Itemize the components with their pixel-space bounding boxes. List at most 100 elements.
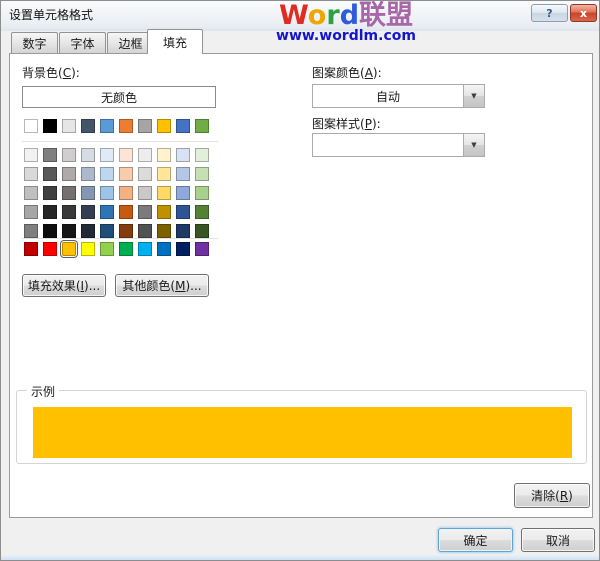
color-swatch[interactable] [100,205,114,219]
color-swatch[interactable] [138,119,152,133]
color-swatch[interactable] [119,119,133,133]
color-swatch[interactable] [81,224,95,238]
no-color-button[interactable]: 无颜色 [22,86,216,108]
color-swatch[interactable] [176,224,190,238]
color-swatch[interactable] [119,224,133,238]
chevron-down-icon[interactable]: ▼ [463,85,484,107]
pattern-color-dropdown[interactable]: 自动 ▼ [312,84,485,108]
color-swatch[interactable] [157,186,171,200]
color-swatch[interactable] [100,186,114,200]
color-swatch[interactable] [119,167,133,181]
help-button[interactable]: ? [531,4,568,22]
sample-group: 示例 [16,383,587,464]
color-swatch[interactable] [24,148,38,162]
color-swatch[interactable] [81,119,95,133]
format-cells-dialog: 设置单元格格式 ? x Word联盟 www.wordlm.com 数字 字体 … [0,0,600,561]
color-swatch[interactable] [138,148,152,162]
color-swatch[interactable] [119,242,133,256]
color-swatch[interactable] [138,167,152,181]
color-swatch[interactable] [43,186,57,200]
color-swatch[interactable] [138,242,152,256]
color-swatch[interactable] [195,167,209,181]
clear-label: 清除(R) [531,489,573,503]
chevron-down-icon[interactable]: ▼ [463,134,484,156]
color-swatch[interactable] [62,167,76,181]
color-swatch[interactable] [43,224,57,238]
color-swatch[interactable] [81,148,95,162]
color-swatch[interactable] [195,148,209,162]
color-swatch[interactable] [81,242,95,256]
color-swatch[interactable] [157,148,171,162]
color-swatch[interactable] [157,119,171,133]
close-button[interactable]: x [570,4,597,22]
color-swatch[interactable] [157,224,171,238]
color-swatch[interactable] [176,242,190,256]
color-swatch[interactable] [195,224,209,238]
color-swatch[interactable] [195,186,209,200]
cancel-label: 取消 [545,533,570,548]
color-swatch[interactable] [62,119,76,133]
color-swatch[interactable] [138,205,152,219]
fill-tab-page: 背景色(C): 无颜色 填充效果(I)... 其他颜色(M)... 图案颜色(A… [9,53,593,518]
color-swatch[interactable] [81,167,95,181]
color-swatch[interactable] [62,186,76,200]
pattern-style-dropdown[interactable]: ▼ [312,133,485,157]
tint-color-row [24,148,209,162]
color-swatch[interactable] [81,186,95,200]
color-swatch[interactable] [43,242,57,256]
color-swatch[interactable] [24,205,38,219]
color-swatch[interactable] [24,167,38,181]
color-swatch[interactable] [81,205,95,219]
color-swatch[interactable] [43,167,57,181]
window-bottom-edge [1,555,599,560]
more-colors-label: 其他颜色(M)... [122,279,202,293]
cancel-button[interactable]: 取消 [521,528,595,552]
color-swatch[interactable] [62,148,76,162]
color-swatch[interactable] [62,205,76,219]
color-swatch[interactable] [138,224,152,238]
tab-number[interactable]: 数字 [11,32,58,53]
color-swatch[interactable] [100,167,114,181]
color-swatch[interactable] [176,148,190,162]
color-swatch[interactable] [62,224,76,238]
help-icon: ? [546,6,553,20]
color-swatch[interactable] [100,224,114,238]
color-swatch[interactable] [157,242,171,256]
more-colors-button[interactable]: 其他颜色(M)... [115,274,209,297]
sample-label: 示例 [27,383,60,400]
color-swatch[interactable] [43,148,57,162]
color-swatch[interactable] [119,148,133,162]
ok-label: 确定 [463,533,488,548]
color-swatch[interactable] [100,242,114,256]
color-swatch[interactable] [24,186,38,200]
palette-divider [22,141,218,142]
color-swatch[interactable] [43,119,57,133]
no-color-label: 无颜色 [100,90,137,105]
color-swatch[interactable] [24,119,38,133]
color-swatch[interactable] [24,242,38,256]
color-swatch[interactable] [176,119,190,133]
color-swatch[interactable] [176,167,190,181]
color-swatch[interactable] [62,242,76,256]
color-swatch[interactable] [138,186,152,200]
clear-button[interactable]: 清除(R) [514,483,590,508]
fill-effects-button[interactable]: 填充效果(I)... [22,274,106,297]
color-swatch[interactable] [176,186,190,200]
color-swatch[interactable] [195,205,209,219]
color-swatch[interactable] [24,224,38,238]
color-swatch[interactable] [119,186,133,200]
color-swatch[interactable] [119,205,133,219]
theme-color-row [24,119,209,133]
color-swatch[interactable] [157,205,171,219]
ok-button[interactable]: 确定 [438,528,513,552]
color-swatch[interactable] [195,119,209,133]
color-swatch[interactable] [43,205,57,219]
standard-color-row [24,242,209,256]
tab-fill[interactable]: 填充 [147,29,203,54]
color-swatch[interactable] [157,167,171,181]
color-swatch[interactable] [100,148,114,162]
tab-font[interactable]: 字体 [59,32,106,53]
color-swatch[interactable] [100,119,114,133]
color-swatch[interactable] [195,242,209,256]
color-swatch[interactable] [176,205,190,219]
